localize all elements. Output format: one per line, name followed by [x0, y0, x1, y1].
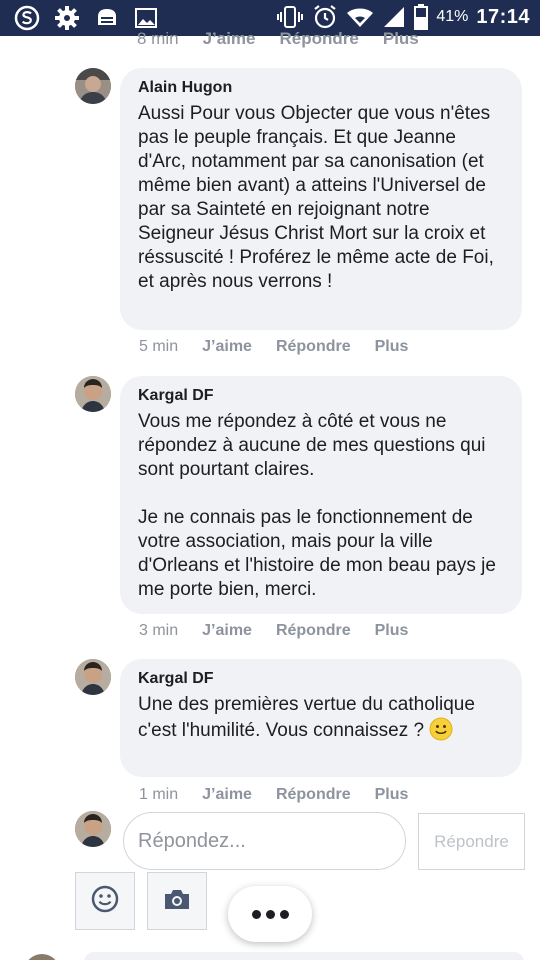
previous-comment-actions: 8 min J’aime Répondre Plus — [137, 29, 419, 49]
clock: 17:14 — [476, 5, 530, 28]
comment-author[interactable]: Kargal DF — [138, 669, 504, 689]
more-icon — [279, 909, 289, 919]
reply-link[interactable]: Répondre — [276, 622, 351, 640]
comment-text: Aussi Pour vous Objecter que vous n'êtes… — [138, 103, 500, 292]
signal-icon — [382, 5, 406, 29]
like-link[interactable]: J’aime — [203, 29, 256, 49]
reply-link[interactable]: Répondre — [276, 786, 351, 804]
cloud-icon — [94, 6, 120, 30]
more-options-button[interactable] — [228, 886, 312, 942]
avatar — [24, 954, 60, 960]
comment-time: 1 min — [139, 786, 179, 803]
comment-text: Vous me répondez à côté et vous ne répon… — [138, 411, 496, 600]
comment-bubble: Kargal DF Une des premières vertue du ca… — [120, 659, 522, 777]
more-link[interactable]: Plus — [383, 29, 419, 49]
reply-link[interactable]: Répondre — [276, 338, 351, 356]
gear-icon — [54, 5, 80, 31]
comment-actions: 1 min J’aime Répondre Plus — [139, 786, 432, 804]
comment-time: 5 min — [139, 338, 179, 355]
avatar[interactable] — [75, 659, 111, 695]
wifi-icon — [346, 5, 374, 29]
emoji-icon — [91, 885, 119, 918]
comment-author[interactable]: Kargal DF — [138, 386, 504, 406]
more-link[interactable]: Plus — [375, 338, 409, 356]
comment-bubble: Alain Hugon Aussi Pour vous Objecter que… — [120, 68, 522, 330]
vibrate-icon — [276, 4, 304, 30]
image-icon — [134, 7, 158, 29]
reply-input[interactable] — [123, 812, 406, 870]
comment-text: Une des premières vertue du catholique c… — [138, 693, 504, 743]
like-link[interactable]: J’aime — [202, 338, 252, 356]
like-link[interactable]: J’aime — [202, 622, 252, 640]
comment-actions: 3 min J’aime Répondre Plus — [139, 622, 432, 640]
battery-percentage: 41% — [436, 8, 469, 25]
s-app-icon — [14, 5, 40, 31]
battery-icon — [414, 4, 429, 30]
avatar[interactable] — [75, 68, 111, 104]
like-link[interactable]: J’aime — [202, 786, 252, 804]
more-icon — [265, 909, 275, 919]
more-icon — [251, 909, 261, 919]
next-comment-bubble — [84, 952, 524, 960]
smiley-emoji — [429, 717, 453, 741]
avatar — [75, 811, 111, 847]
reply-submit-button[interactable]: Répondre — [418, 813, 525, 870]
comment-actions: 5 min J’aime Répondre Plus — [139, 338, 432, 356]
camera-button[interactable] — [147, 872, 207, 930]
reply-link[interactable]: Répondre — [280, 29, 359, 49]
comment-author[interactable]: Alain Hugon — [138, 78, 504, 98]
emoji-button[interactable] — [75, 872, 135, 930]
comment-bubble: Kargal DF Vous me répondez à côté et vou… — [120, 376, 522, 614]
more-link[interactable]: Plus — [375, 622, 409, 640]
comment-time: 3 min — [139, 622, 179, 639]
comment-time: 8 min — [137, 29, 179, 48]
alarm-icon — [312, 4, 338, 30]
avatar[interactable] — [75, 376, 111, 412]
more-link[interactable]: Plus — [375, 786, 409, 804]
camera-icon — [163, 887, 191, 916]
